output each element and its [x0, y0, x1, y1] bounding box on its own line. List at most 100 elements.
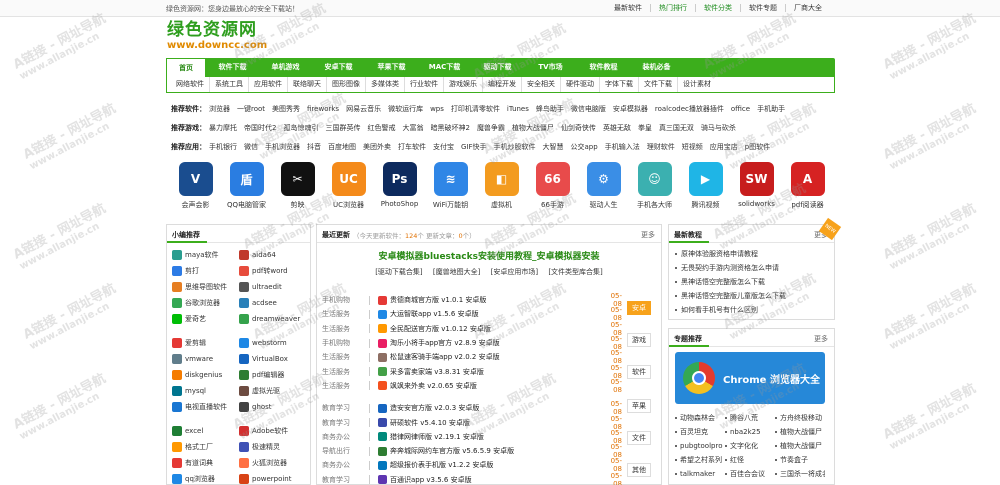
- update-row[interactable]: 教育学习 研硕软件 v5.4.10 安卓版 05-08: [322, 415, 622, 431]
- topic-link[interactable]: 希望之村系列: [675, 453, 725, 467]
- row-category[interactable]: 生活服务: [322, 324, 369, 334]
- topic-link[interactable]: 动物森林会: [675, 411, 725, 425]
- reco-link[interactable]: 大富翁: [402, 123, 423, 133]
- update-row[interactable]: 手机购物 淘乐小将手app官方 v2.8.9 安卓版 05-08: [322, 335, 622, 351]
- update-row[interactable]: 导航出行 奔奔城际网约车官方版 v5.6.5.9 安卓版 05-08: [322, 443, 622, 459]
- row-title[interactable]: 飒飒来外卖 v2.0.65 安卓版: [390, 381, 602, 391]
- pick-item[interactable]: VirtualBox: [239, 351, 306, 367]
- subnav-item[interactable]: 网络软件: [171, 77, 210, 92]
- pick-item[interactable]: pdf转word: [239, 263, 306, 279]
- row-title[interactable]: 全民配送官方版 v1.0.12 安卓版: [390, 324, 602, 334]
- row-title[interactable]: 超级报价表手机版 v1.2.2 安卓版: [390, 460, 602, 470]
- topic-link[interactable]: 方舟终极移动: [775, 411, 825, 425]
- pick-item[interactable]: 有道词典: [172, 455, 239, 471]
- nav-pc-games[interactable]: 单机游戏: [259, 58, 312, 77]
- row-title[interactable]: 猎律网律师版 v2.19.1 安卓版: [390, 432, 602, 442]
- topics-more-link[interactable]: 更多: [814, 334, 828, 344]
- nav-home[interactable]: 首页: [166, 58, 206, 77]
- pick-item[interactable]: pdf编辑器: [239, 367, 306, 383]
- site-logo[interactable]: 绿色资源网 www.downcc.com: [167, 20, 287, 58]
- topic-link[interactable]: talkmaker: [675, 467, 725, 481]
- headline-link[interactable]: 安卓模拟器bluestacks安装使用教程_安卓模拟器安装: [317, 249, 661, 262]
- top-link-category[interactable]: 软件分类: [695, 4, 740, 12]
- tutorial-link[interactable]: 原神体验服资格申请教程: [675, 247, 825, 261]
- app-tile[interactable]: SW solidworks: [731, 160, 782, 212]
- reco-link[interactable]: 美团外卖: [363, 142, 391, 152]
- pick-item[interactable]: aida64: [239, 247, 306, 263]
- app-tile[interactable]: ≋ WiFi万能钥: [425, 160, 476, 212]
- reco-link[interactable]: 百度地图: [328, 142, 356, 152]
- reco-link[interactable]: 暴力摩托: [209, 123, 237, 133]
- update-row[interactable]: 生活服务 松鼠速客骑手端app v2.0.2 安卓版 05-08: [322, 349, 622, 365]
- topic-link[interactable]: 三国杀一将成名: [775, 467, 825, 481]
- reco-link[interactable]: 手机浏览器: [265, 142, 300, 152]
- topic-link[interactable]: nba2k25: [725, 425, 775, 439]
- top-link-ranking[interactable]: 热门排行: [650, 4, 695, 12]
- row-title[interactable]: 造安安官方版 v2.0.3 安卓版: [390, 403, 602, 413]
- reco-link[interactable]: 真三国无双: [659, 123, 694, 133]
- tutorial-link[interactable]: 黑神话悟空完整版儿童版怎么下载: [675, 289, 825, 303]
- reco-link[interactable]: office: [731, 105, 750, 113]
- reco-link[interactable]: 微软运行库: [388, 104, 423, 114]
- side-tab-files[interactable]: 文件: [627, 431, 651, 445]
- reco-link[interactable]: 植物大战僵尸: [512, 123, 554, 133]
- app-tile[interactable]: ☺ 手机各大师: [629, 160, 680, 212]
- pick-item[interactable]: 格式工厂: [172, 439, 239, 455]
- app-tile[interactable]: V 会声会影: [170, 160, 221, 212]
- subnav-item[interactable]: 字体下载: [600, 77, 639, 92]
- tutorial-link[interactable]: 黑神话悟空完整版怎么下载: [675, 275, 825, 289]
- pick-item[interactable]: Adobe软件: [239, 423, 306, 439]
- row-category[interactable]: 生活服务: [322, 352, 369, 362]
- top-link-vendor[interactable]: 厂商大全: [785, 4, 830, 12]
- reco-link[interactable]: 骑马与砍杀: [701, 123, 736, 133]
- tutorial-link[interactable]: 如何看手机号有什么区别: [675, 303, 825, 317]
- pick-item[interactable]: mysql: [172, 383, 239, 399]
- reco-link[interactable]: GIF快手: [461, 142, 487, 152]
- reco-link[interactable]: 仙剑奇侠传: [561, 123, 596, 133]
- reco-link[interactable]: 支付宝: [433, 142, 454, 152]
- reco-link[interactable]: 打车软件: [398, 142, 426, 152]
- side-tab-apple[interactable]: 苹果: [627, 399, 651, 413]
- reco-link[interactable]: 美图秀秀: [272, 104, 300, 114]
- subnav-item[interactable]: 行业软件: [405, 77, 444, 92]
- reco-link[interactable]: 三国群英传: [325, 123, 360, 133]
- update-row[interactable]: 生活服务 全民配送官方版 v1.0.12 安卓版 05-08: [322, 321, 622, 337]
- subnav-item[interactable]: 系统工具: [210, 77, 249, 92]
- pick-item[interactable]: ultraedit: [239, 279, 306, 295]
- reco-link[interactable]: p图软件: [745, 142, 770, 152]
- row-category[interactable]: 教育学习: [322, 418, 369, 428]
- reco-link[interactable]: 微信: [244, 142, 258, 152]
- app-tile[interactable]: ✂ 剪映: [272, 160, 323, 212]
- top-link-topic[interactable]: 软件专题: [740, 4, 785, 12]
- row-category[interactable]: 生活服务: [322, 367, 369, 377]
- pick-item[interactable]: excel: [172, 423, 239, 439]
- tag-link[interactable]: [魔兽地图大全]: [433, 268, 480, 276]
- row-category[interactable]: 生活服务: [322, 381, 369, 391]
- pick-item[interactable]: 爱剪辑: [172, 335, 239, 351]
- update-row[interactable]: 商务办公 超级报价表手机版 v1.2.2 安卓版 05-08: [322, 457, 622, 473]
- app-tile[interactable]: UC UC浏览器: [323, 160, 374, 212]
- subnav-item[interactable]: 安全相关: [522, 77, 561, 92]
- nav-mac[interactable]: MAC下载: [418, 58, 471, 77]
- pick-item[interactable]: 电视直播软件: [172, 399, 239, 415]
- row-category[interactable]: 手机购物: [322, 295, 369, 305]
- reco-link[interactable]: wps: [430, 105, 444, 113]
- nav-tutorials[interactable]: 软件教程: [577, 58, 630, 77]
- app-tile[interactable]: 66 66手游: [527, 160, 578, 212]
- row-category[interactable]: 教育学习: [322, 403, 369, 413]
- pick-item[interactable]: 虚拟光驱: [239, 383, 306, 399]
- updates-more-link[interactable]: 更多: [641, 230, 655, 240]
- app-tile[interactable]: ◧ 虚拟机: [476, 160, 527, 212]
- row-title[interactable]: 大运智联app v1.5.6 安卓版: [390, 309, 602, 319]
- app-tile[interactable]: ▶ 腾讯视频: [680, 160, 731, 212]
- update-row[interactable]: 教育学习 百通识app v3.5.6 安卓版 05-08: [322, 472, 622, 485]
- reco-link[interactable]: 一键root: [237, 104, 265, 114]
- reco-link[interactable]: 应用宝店: [710, 142, 738, 152]
- subnav-item[interactable]: 设计素材: [678, 77, 716, 92]
- subnav-item[interactable]: 应用软件: [249, 77, 288, 92]
- reco-link[interactable]: 手机输入法: [605, 142, 640, 152]
- side-tab-android[interactable]: 安卓: [627, 301, 651, 315]
- app-tile[interactable]: 盾 QQ电脑管家: [221, 160, 272, 212]
- reco-link[interactable]: 手机助手: [757, 104, 785, 114]
- subnav-item[interactable]: 游戏娱乐: [444, 77, 483, 92]
